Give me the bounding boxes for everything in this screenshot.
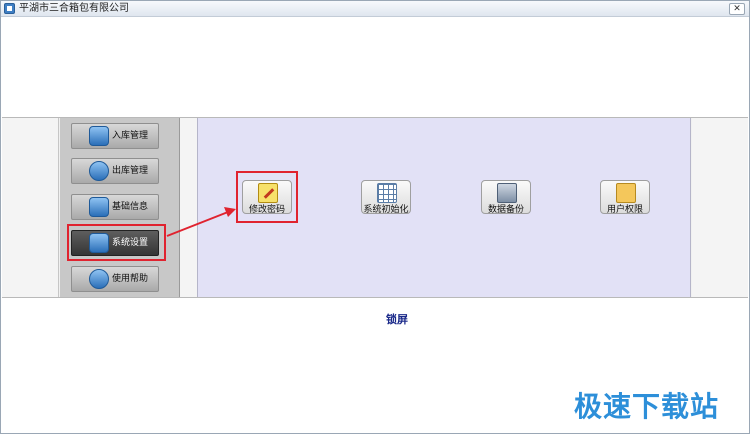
nav-button-label: 出库管理 [112, 166, 149, 176]
app-icon [4, 3, 15, 14]
nav-button-stock-out[interactable]: 出库管理 [71, 158, 159, 184]
mail-icon [89, 197, 109, 217]
user-permission-icon [616, 183, 636, 203]
nav-button-label: 使用帮助 [112, 274, 149, 284]
nav-button-stock-in[interactable]: 入库管理 [71, 123, 159, 149]
calendar-grid-icon [377, 183, 397, 203]
nav-button-label: 入库管理 [112, 131, 149, 141]
right-margin [692, 118, 748, 297]
edit-icon [258, 183, 278, 203]
help-icon [89, 269, 109, 289]
nav-button-basic-info[interactable]: 基础信息 [71, 194, 159, 220]
backup-icon [497, 183, 517, 203]
data-backup-label: 数据备份 [487, 205, 524, 215]
window-title: 平湖市三合箱包有限公司 [19, 3, 129, 14]
nav-button-label: 基础信息 [112, 202, 149, 212]
nav-gap [180, 118, 198, 297]
site-watermark: 极速下载站 [574, 390, 720, 423]
change-password-label: 修改密码 [248, 205, 285, 215]
highlight-box-system-settings [67, 224, 166, 261]
close-button[interactable]: ✕ [729, 3, 745, 15]
nav-button-help[interactable]: 使用帮助 [71, 266, 159, 292]
left-margin [2, 118, 59, 297]
lock-screen-link[interactable]: 锁屏 [362, 311, 432, 327]
title-bar: 平湖市三合箱包有限公司 ✕ [1, 1, 749, 17]
user-permission-label: 用户权限 [606, 205, 643, 215]
system-init-label: 系统初始化 [363, 205, 409, 215]
warehouse-out-icon [89, 161, 109, 181]
warehouse-in-icon [89, 126, 109, 146]
